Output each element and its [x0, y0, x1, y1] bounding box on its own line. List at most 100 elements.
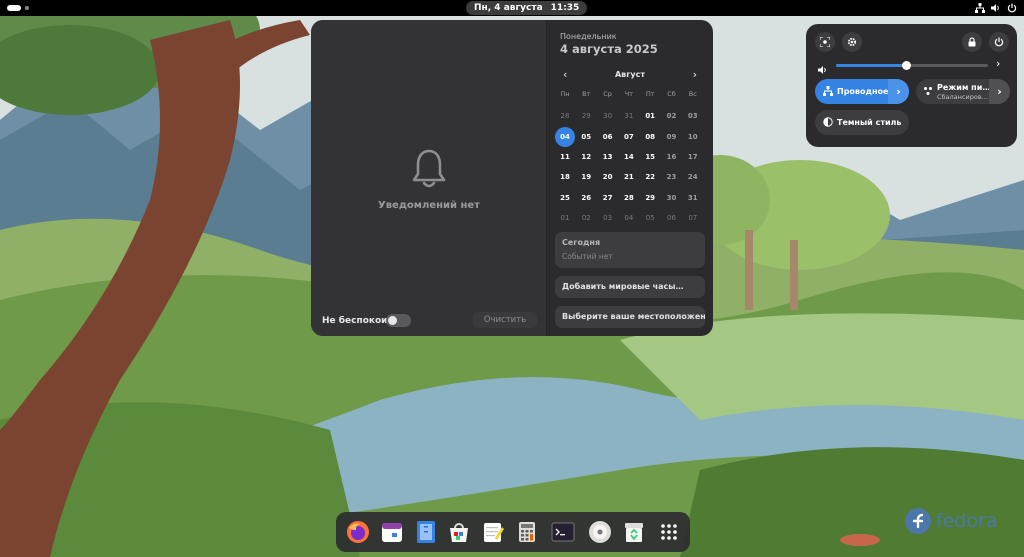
- weekday-label: Вт: [582, 90, 591, 98]
- dark-style-toggle[interactable]: Темный стиль: [815, 110, 909, 135]
- disk-icon[interactable]: [587, 519, 613, 545]
- calendar-day[interactable]: 25: [555, 188, 575, 208]
- weekday-label: Ср: [603, 90, 612, 98]
- calendar-day[interactable]: 04: [619, 208, 639, 228]
- calendar-day[interactable]: 23: [662, 167, 682, 187]
- network-wired-icon[interactable]: [974, 2, 986, 14]
- weekday-heading[interactable]: Понедельник: [560, 32, 617, 41]
- date-heading[interactable]: 4 августа 2025: [560, 42, 658, 56]
- screenshot-button[interactable]: [815, 32, 835, 52]
- calendar-day[interactable]: 31: [619, 106, 639, 126]
- month-header: ‹ Август ›: [559, 68, 701, 82]
- calendar-day[interactable]: 27: [598, 188, 618, 208]
- calendar-day[interactable]: 08: [640, 127, 660, 147]
- calendar-day[interactable]: 05: [640, 208, 660, 228]
- weekday-label: Вс: [688, 90, 697, 98]
- calendar-pane: Понедельник 4 августа 2025 ‹ Август › Пн…: [547, 20, 713, 336]
- lock-button[interactable]: [962, 32, 982, 52]
- firefox-icon[interactable]: [345, 519, 371, 545]
- calendar-day[interactable]: 28: [555, 106, 575, 126]
- calendar-day[interactable]: 31: [683, 188, 703, 208]
- calendar-day[interactable]: 01: [555, 208, 575, 228]
- toggle-knob: [388, 316, 397, 325]
- power-mode-icon: [923, 86, 933, 98]
- power-icon: [994, 37, 1004, 47]
- quick-settings-panel: › Проводное › Режим пи… Сбалансиров… › Т…: [806, 24, 1017, 147]
- calendar-day[interactable]: 11: [555, 147, 575, 167]
- calendar-day[interactable]: 30: [598, 106, 618, 126]
- calculator-icon[interactable]: [514, 519, 540, 545]
- today-events-button[interactable]: Сегодня Событий нет: [555, 232, 705, 268]
- volume-slider-knob[interactable]: [901, 61, 911, 70]
- calendar-day[interactable]: 18: [555, 167, 575, 187]
- calendar-day[interactable]: 02: [662, 106, 682, 126]
- workspace-indicator[interactable]: [25, 6, 29, 10]
- calendar-day[interactable]: 10: [683, 127, 703, 147]
- calendar-day[interactable]: 12: [576, 147, 596, 167]
- app-grid-icon[interactable]: [656, 519, 682, 545]
- calendar-day[interactable]: 24: [683, 167, 703, 187]
- notification-list: Уведомлений нет Не беспокоить Очистить: [311, 20, 547, 336]
- screenshot-icon: [820, 37, 830, 47]
- do-not-disturb-toggle[interactable]: [386, 314, 411, 327]
- volume-icon[interactable]: [990, 2, 1002, 14]
- activities-button[interactable]: [7, 5, 21, 11]
- calendar-day[interactable]: 30: [662, 188, 682, 208]
- calendar-day[interactable]: 02: [576, 208, 596, 228]
- power-mode-label: Режим пи…: [937, 83, 991, 92]
- calendar-day[interactable]: 03: [598, 208, 618, 228]
- power-off-button[interactable]: [989, 32, 1009, 52]
- volume-icon: [818, 60, 828, 79]
- calendar-day[interactable]: 21: [619, 167, 639, 187]
- calendar-day[interactable]: 01: [640, 106, 660, 126]
- terminal-icon[interactable]: [550, 519, 576, 545]
- software-icon[interactable]: [446, 519, 472, 545]
- calendar-icon[interactable]: [379, 519, 405, 545]
- calendar-day[interactable]: 22: [640, 167, 660, 187]
- wired-network-toggle[interactable]: Проводное ›: [815, 79, 909, 104]
- calendar-day[interactable]: 29: [640, 188, 660, 208]
- calendar-day[interactable]: 26: [576, 188, 596, 208]
- add-world-clocks-button[interactable]: Добавить мировые часы…: [555, 276, 705, 298]
- calendar-day[interactable]: 29: [576, 106, 596, 126]
- calendar-day[interactable]: 13: [598, 147, 618, 167]
- calendar-day[interactable]: 17: [683, 147, 703, 167]
- calendar-day[interactable]: 20: [598, 167, 618, 187]
- settings-button[interactable]: [842, 32, 862, 52]
- calendar-day[interactable]: 07: [683, 208, 703, 228]
- calendar-day[interactable]: 04: [555, 126, 575, 147]
- calendar-day[interactable]: 03: [683, 106, 703, 126]
- text-editor-icon[interactable]: [413, 519, 439, 545]
- calendar-day[interactable]: 28: [619, 188, 639, 208]
- calendar-day[interactable]: 06: [662, 208, 682, 228]
- empty-notifications-text: Уведомлений нет: [378, 200, 480, 211]
- power-mode-chevron-icon[interactable]: ›: [989, 79, 1010, 104]
- clock-button[interactable]: Пн, 4 августа 11:35: [466, 1, 588, 15]
- dark-style-icon: [823, 117, 833, 129]
- clear-notifications-button[interactable]: Очистить: [473, 312, 537, 328]
- calendar-day[interactable]: 19: [576, 167, 596, 187]
- next-month-icon[interactable]: ›: [693, 68, 697, 82]
- trash-icon[interactable]: [621, 519, 647, 545]
- calendar-day[interactable]: 06: [598, 127, 618, 147]
- power-icon[interactable]: [1006, 2, 1018, 14]
- calendar-day[interactable]: 07: [619, 127, 639, 147]
- weekday-label: Сб: [667, 90, 676, 98]
- calendar-day[interactable]: 14: [619, 147, 639, 167]
- wired-chevron-icon[interactable]: ›: [888, 79, 909, 104]
- calendar-day[interactable]: 05: [576, 127, 596, 147]
- power-mode-toggle[interactable]: Режим пи… Сбалансиров… ›: [916, 79, 1010, 104]
- choose-location-button[interactable]: Выберите ваше местоположение…: [555, 306, 705, 328]
- volume-output-chevron-icon[interactable]: ›: [996, 57, 1000, 71]
- calendar-day[interactable]: 16: [662, 147, 682, 167]
- wired-label: Проводное: [837, 87, 889, 96]
- top-bar: Пн, 4 августа 11:35: [0, 0, 1024, 16]
- no-events-text: Событий нет: [562, 252, 613, 261]
- notes-icon[interactable]: [480, 519, 506, 545]
- dark-style-label: Темный стиль: [837, 118, 902, 127]
- calendar-day[interactable]: 15: [640, 147, 660, 167]
- volume-slider[interactable]: [836, 61, 988, 70]
- calendar-day[interactable]: 09: [662, 127, 682, 147]
- weekday-label: Пт: [645, 90, 655, 98]
- weekday-label: Чт: [624, 90, 634, 98]
